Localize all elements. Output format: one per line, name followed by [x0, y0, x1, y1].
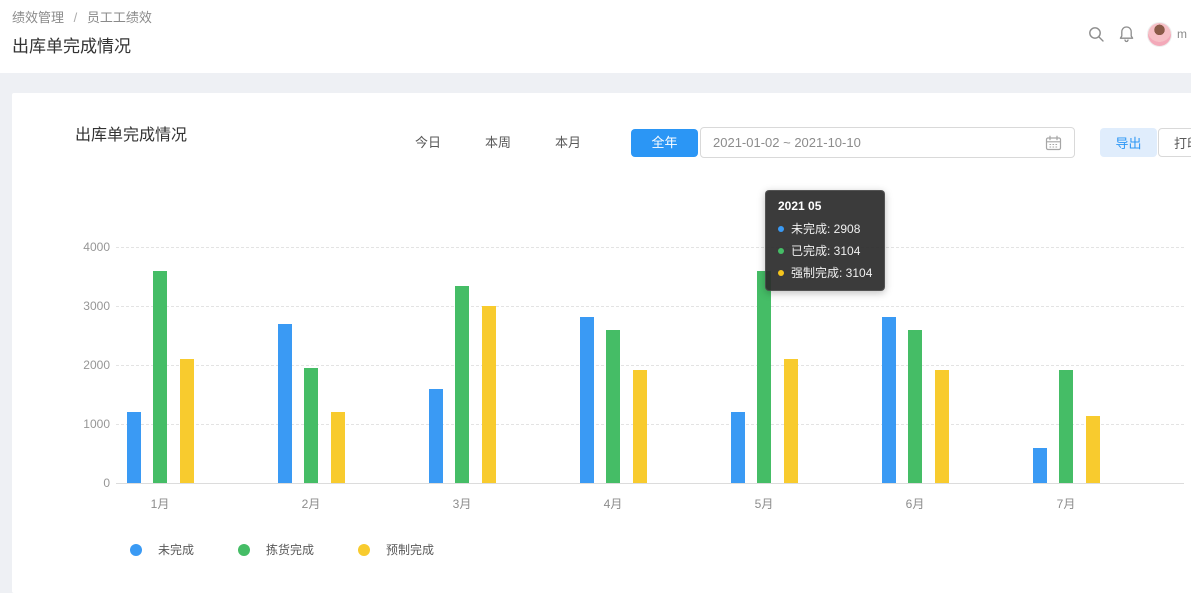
bar-未完成-4月[interactable]	[580, 317, 594, 483]
y-tick-2000: 2000	[50, 358, 110, 372]
bar-未完成-1月[interactable]	[127, 412, 141, 483]
y-tick-0: 0	[50, 476, 110, 490]
bar-未完成-6月[interactable]	[882, 317, 896, 483]
breadcrumb: 绩效管理 / 员工工绩效	[12, 7, 152, 26]
bar-chart: 0 1000 2000 3000 4000 1月 2月 3月 4月 5月 6月 7月	[12, 93, 1191, 593]
tooltip-dot-icon	[778, 248, 784, 254]
gridline-2000	[116, 365, 1184, 366]
bar-未完成-7月[interactable]	[1033, 448, 1047, 483]
y-tick-1000: 1000	[50, 417, 110, 431]
x-tick-1月: 1月	[130, 495, 190, 512]
breadcrumb-section[interactable]: 绩效管理	[12, 10, 64, 25]
bar-拣货完成-5月[interactable]	[757, 271, 771, 483]
gridline-1000	[116, 424, 1184, 425]
tooltip-row-未完成: 未完成: 2908	[778, 220, 872, 237]
legend-item-预制完成[interactable]: 预制完成	[358, 541, 434, 558]
gridline-4000	[116, 247, 1184, 248]
bar-拣货完成-4月[interactable]	[606, 330, 620, 483]
bar-拣货完成-6月[interactable]	[908, 330, 922, 483]
bar-预制完成-7月[interactable]	[1086, 416, 1100, 483]
gridline-3000	[116, 306, 1184, 307]
legend-label: 拣货完成	[266, 541, 314, 558]
page-title: 出库单完成情况	[12, 32, 131, 57]
bar-预制完成-6月[interactable]	[935, 370, 949, 483]
x-tick-7月: 7月	[1036, 495, 1096, 512]
tooltip-row-已完成: 已完成: 3104	[778, 242, 872, 259]
bar-预制完成-4月[interactable]	[633, 370, 647, 483]
tooltip-title: 2021 05	[778, 199, 872, 213]
tooltip-dot-icon	[778, 226, 784, 232]
legend-label: 未完成	[158, 541, 194, 558]
x-tick-6月: 6月	[885, 495, 945, 512]
bell-icon[interactable]	[1111, 20, 1141, 48]
x-tick-4月: 4月	[583, 495, 643, 512]
breadcrumb-separator: /	[74, 10, 78, 25]
legend-item-未完成[interactable]: 未完成	[130, 541, 194, 558]
tooltip-row-强制完成: 强制完成: 3104	[778, 264, 872, 281]
breadcrumb-page[interactable]: 员工工绩效	[87, 10, 152, 25]
chart-tooltip: 2021 05 未完成: 2908 已完成: 3104 强制完成: 3104	[765, 190, 885, 291]
tooltip-row-text: 未完成: 2908	[791, 220, 860, 237]
legend-dot-icon	[238, 544, 250, 556]
bar-预制完成-3月[interactable]	[482, 306, 496, 483]
tooltip-rows: 未完成: 2908 已完成: 3104 强制完成: 3104	[778, 220, 872, 281]
bar-未完成-2月[interactable]	[278, 324, 292, 483]
legend-dot-icon	[358, 544, 370, 556]
legend-item-拣货完成[interactable]: 拣货完成	[238, 541, 314, 558]
x-tick-3月: 3月	[432, 495, 492, 512]
legend-dot-icon	[130, 544, 142, 556]
bar-预制完成-2月[interactable]	[331, 412, 345, 483]
bar-拣货完成-2月[interactable]	[304, 368, 318, 483]
bar-预制完成-1月[interactable]	[180, 359, 194, 483]
chart-legend: 未完成 拣货完成 预制完成	[130, 541, 478, 558]
tooltip-dot-icon	[778, 270, 784, 276]
bar-拣货完成-7月[interactable]	[1059, 370, 1073, 483]
bar-拣货完成-3月[interactable]	[455, 286, 469, 483]
tooltip-row-text: 强制完成: 3104	[791, 264, 872, 281]
y-tick-3000: 3000	[50, 299, 110, 313]
topbar-actions: m	[1081, 20, 1191, 48]
user-avatar[interactable]	[1147, 22, 1172, 47]
y-tick-4000: 4000	[50, 240, 110, 254]
tooltip-row-text: 已完成: 3104	[791, 242, 860, 259]
chart-card: 出库单完成情况 今日本周本月全年 2021-01-02 ~ 2021-10-10…	[12, 93, 1191, 593]
legend-label: 预制完成	[386, 541, 434, 558]
bar-未完成-3月[interactable]	[429, 389, 443, 483]
bar-预制完成-5月[interactable]	[784, 359, 798, 483]
bar-未完成-5月[interactable]	[731, 412, 745, 483]
x-tick-2月: 2月	[281, 495, 341, 512]
bar-拣货完成-1月[interactable]	[153, 271, 167, 483]
top-header: 绩效管理 / 员工工绩效 出库单完成情况 m	[0, 0, 1191, 73]
x-tick-5月: 5月	[734, 495, 794, 512]
username-text: m	[1177, 27, 1191, 41]
search-icon[interactable]	[1081, 20, 1111, 48]
x-axis-line	[116, 483, 1184, 484]
